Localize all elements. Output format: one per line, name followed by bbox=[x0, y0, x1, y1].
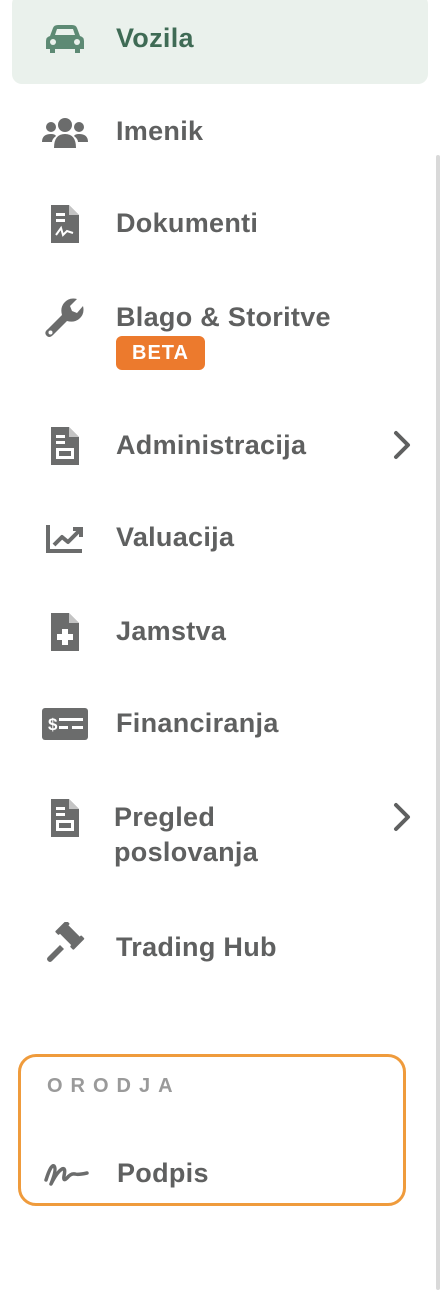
file-plus-icon bbox=[42, 612, 88, 652]
sidebar-item-label: Blago & Storitve bbox=[116, 302, 331, 332]
sidebar-item-label: Administracija bbox=[116, 430, 307, 460]
sidebar-item-label: Pregled poslovanja bbox=[114, 802, 259, 867]
sidebar-item-vozila[interactable]: Vozila bbox=[12, 0, 428, 84]
file-lines-icon bbox=[42, 426, 88, 466]
sidebar-item-financiranja[interactable]: $ Financiranja bbox=[12, 692, 428, 756]
svg-text:$: $ bbox=[48, 715, 58, 734]
signature-icon bbox=[43, 1154, 89, 1194]
sidebar-item-label: Imenik bbox=[116, 116, 204, 146]
sidebar-item-label: Valuacija bbox=[116, 522, 235, 552]
users-icon bbox=[42, 112, 88, 152]
car-icon bbox=[42, 19, 88, 59]
chevron-right-icon[interactable] bbox=[390, 430, 414, 460]
scrollbar[interactable] bbox=[436, 155, 440, 1290]
tools-item-podpis[interactable]: Podpis bbox=[21, 1149, 403, 1199]
sidebar-item-label: Financiranja bbox=[116, 708, 279, 738]
sidebar-item-blago-storitve[interactable]: Blago & Storitve BETA bbox=[12, 286, 428, 386]
sidebar-item-label: Trading Hub bbox=[116, 932, 277, 962]
file-lines-icon bbox=[42, 798, 88, 838]
chevron-right-icon[interactable] bbox=[390, 802, 414, 832]
wrench-icon bbox=[42, 298, 88, 338]
sidebar-item-dokumenti[interactable]: Dokumenti bbox=[12, 192, 428, 256]
money-check-icon: $ bbox=[42, 704, 88, 744]
sidebar-item-imenik[interactable]: Imenik bbox=[12, 100, 428, 164]
gavel-icon bbox=[42, 922, 88, 962]
sidebar-item-label: Jamstva bbox=[116, 616, 227, 646]
tools-section: ORODJA Podpis bbox=[18, 1054, 406, 1206]
sidebar-item-label: Vozila bbox=[116, 23, 194, 53]
beta-badge: BETA bbox=[116, 336, 205, 370]
sidebar-item-valuacija[interactable]: Valuacija bbox=[12, 506, 428, 570]
tools-heading: ORODJA bbox=[47, 1075, 181, 1097]
sidebar-item-administracija[interactable]: Administracija bbox=[12, 414, 428, 478]
sidebar-item-label: Dokumenti bbox=[116, 208, 259, 238]
sidebar-item-pregled-poslovanja[interactable]: Pregled poslovanja bbox=[12, 786, 428, 876]
sidebar-item-jamstva[interactable]: Jamstva bbox=[12, 600, 428, 664]
document-signature-icon bbox=[42, 204, 88, 244]
sidebar-nav: Vozila Imenik Dokumenti Blago & Storitve… bbox=[0, 0, 440, 1290]
sidebar-item-trading-hub[interactable]: Trading Hub bbox=[12, 914, 428, 978]
chart-line-icon bbox=[42, 518, 88, 558]
tools-item-label: Podpis bbox=[117, 1158, 209, 1188]
